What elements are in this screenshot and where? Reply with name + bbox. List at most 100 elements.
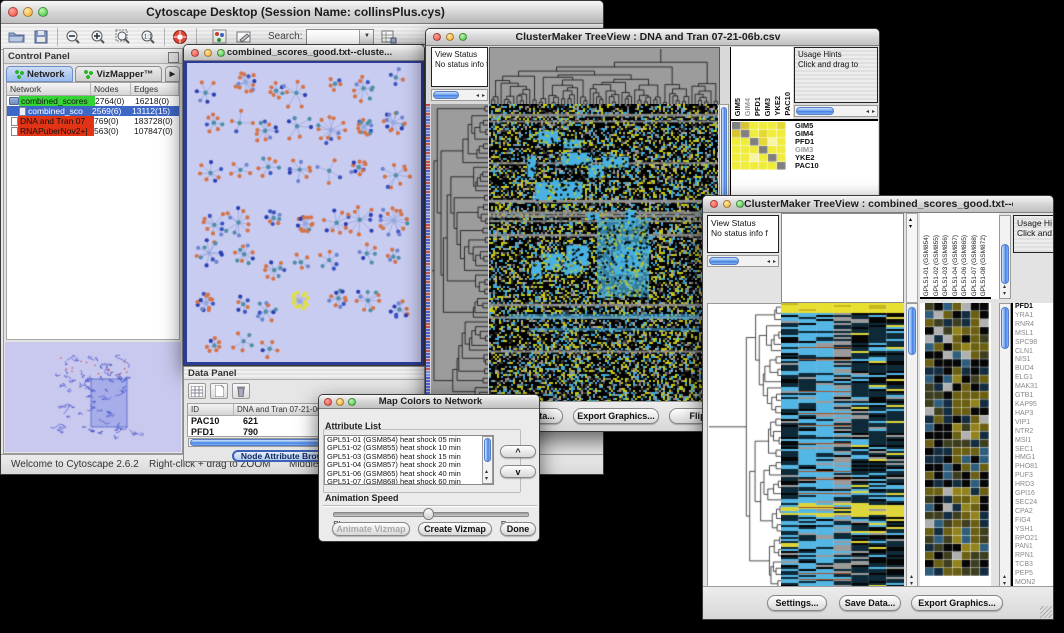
import-table-icon[interactable] xyxy=(379,28,399,46)
tv1-heatmap[interactable] xyxy=(489,104,718,404)
animate-vizmap-button[interactable]: Animate Vizmap xyxy=(332,522,410,536)
gene-label[interactable]: TCB3 xyxy=(1013,561,1053,570)
tv1-zoom-heatmap[interactable] xyxy=(732,122,786,170)
close-button[interactable] xyxy=(324,398,332,406)
minimize-button[interactable] xyxy=(336,398,344,406)
open-folder-icon[interactable] xyxy=(6,28,26,46)
col-edges[interactable]: Edges xyxy=(131,83,179,95)
zoom-button[interactable] xyxy=(348,398,356,406)
vizmap-icon[interactable] xyxy=(209,28,229,46)
net1-titlebar[interactable]: combined_scores_good.txt--cluste... xyxy=(184,45,424,61)
column-label[interactable]: GPL51-01 (GSM854) xyxy=(923,235,933,296)
tab-overflow-arrow[interactable]: ▶ xyxy=(165,66,180,82)
col-network[interactable]: Network xyxy=(7,83,91,95)
export-graphics-button[interactable]: Export Graphics... xyxy=(911,595,1003,611)
gene-label[interactable]: CLN1 xyxy=(1013,348,1053,357)
animation-speed-slider[interactable] xyxy=(333,512,529,517)
zoom-fit-icon[interactable]: 1:1 xyxy=(138,28,158,46)
tv2-row-dendrogram[interactable] xyxy=(707,303,783,591)
resize-grip[interactable] xyxy=(1040,606,1052,618)
column-label[interactable]: PFD1 xyxy=(753,97,763,116)
zoom-button[interactable] xyxy=(217,49,225,57)
gene-label[interactable]: KAP95 xyxy=(1013,401,1053,410)
column-label[interactable]: GIM5 xyxy=(733,98,743,116)
col-nodes[interactable]: Nodes xyxy=(91,83,131,95)
column-label[interactable]: GPL51-03 (GSM856) xyxy=(942,235,952,296)
move-up-button[interactable]: ^ xyxy=(500,445,536,458)
save-icon[interactable] xyxy=(31,28,51,46)
gene-label[interactable]: ELG1 xyxy=(1013,374,1053,383)
column-label[interactable]: GPL51-02 (GSM855) xyxy=(933,235,943,296)
gene-label[interactable]: NIS1 xyxy=(1013,356,1053,365)
gene-label[interactable]: PFD1 xyxy=(1013,303,1053,312)
zoom-button[interactable] xyxy=(38,7,48,17)
gene-label[interactable]: SEC1 xyxy=(1013,446,1053,455)
gene-label[interactable]: HMG1 xyxy=(1013,454,1053,463)
gene-label[interactable]: SPC98 xyxy=(1013,339,1053,348)
tv1-row-dendrogram[interactable] xyxy=(431,104,488,404)
gene-label[interactable]: MAK31 xyxy=(1013,383,1053,392)
tv1-hscrollbar-right[interactable]: ◂ ▸ xyxy=(794,105,878,117)
export-graphics-button[interactable]: Export Graphics... xyxy=(573,408,659,424)
select-attributes-icon[interactable] xyxy=(188,383,206,399)
gene-label[interactable]: MSI1 xyxy=(1013,437,1053,446)
attribute-list-vscrollbar[interactable]: ▴ ▾ xyxy=(482,436,493,484)
close-button[interactable] xyxy=(710,200,718,208)
network-overview-thumbnail[interactable] xyxy=(5,342,181,452)
tv2-titlebar[interactable]: ClusterMaker TreeView : combined_scores_… xyxy=(703,196,1053,213)
gene-label[interactable]: PEP5 xyxy=(1013,570,1053,579)
new-attribute-icon[interactable] xyxy=(210,383,228,399)
gene-label[interactable]: RPN1 xyxy=(1013,552,1053,561)
column-label[interactable]: GPL51-06 (GSM865) xyxy=(961,235,971,296)
chevron-down-icon[interactable]: ▼ xyxy=(359,30,373,44)
tab-network[interactable]: VizMapper™ xyxy=(75,66,162,82)
gene-label[interactable]: MSL1 xyxy=(1013,330,1053,339)
close-button[interactable] xyxy=(433,33,441,41)
delete-attribute-icon[interactable] xyxy=(232,383,250,399)
tv1-hscrollbar-left[interactable]: ◂ ▸ xyxy=(431,89,488,101)
gene-label[interactable]: FIG4 xyxy=(1013,517,1053,526)
zoom-in-icon[interactable] xyxy=(88,28,108,46)
minimize-button[interactable] xyxy=(23,7,33,17)
float-panel-icon[interactable] xyxy=(168,52,179,63)
done-button[interactable]: Done xyxy=(500,522,536,536)
gene-label[interactable]: PHO81 xyxy=(1013,463,1053,472)
zoom-button[interactable] xyxy=(736,200,744,208)
gene-label[interactable]: BUD4 xyxy=(1013,365,1053,374)
column-label[interactable]: PAC10 xyxy=(783,92,793,116)
gene-label[interactable]: GTB1 xyxy=(1013,392,1053,401)
zoom-out-icon[interactable] xyxy=(63,28,83,46)
tv2-hscrollbar[interactable]: ◂ ▸ xyxy=(707,255,779,267)
network-row[interactable]: combined_scores 2764(0) 16218(0) xyxy=(7,96,179,106)
col-id[interactable]: ID xyxy=(188,404,234,415)
minimize-button[interactable] xyxy=(723,200,731,208)
tv2-zoom-vscrollbar[interactable]: ▴ ▾ xyxy=(999,303,1011,589)
gene-label[interactable]: NTR2 xyxy=(1013,428,1053,437)
network-graph-canvas[interactable] xyxy=(187,63,423,365)
attribute-list[interactable]: GPL51-01 (GSM854) heat shock 05 minGPL51… xyxy=(324,435,494,485)
save-data-button[interactable]: Save Data... xyxy=(839,595,901,611)
tab-network[interactable]: Network xyxy=(6,66,73,82)
tv2-header-scroll-corner[interactable]: ▴ ▾ xyxy=(906,213,918,303)
gene-label[interactable]: HRD3 xyxy=(1013,481,1053,490)
settings-button[interactable]: Settings... xyxy=(767,595,827,611)
row-label[interactable]: PAC10 xyxy=(795,162,875,170)
tv1-titlebar[interactable]: ClusterMaker TreeView : DNA and Tran 07-… xyxy=(426,29,879,46)
slider-thumb[interactable] xyxy=(423,508,434,520)
column-label[interactable]: GIM3 xyxy=(763,98,773,116)
network-row[interactable]: combined_sco 2569(6) 13112(15) xyxy=(7,106,179,116)
gene-label[interactable]: SEC24 xyxy=(1013,499,1053,508)
minimize-button[interactable] xyxy=(204,49,212,57)
minimize-button[interactable] xyxy=(446,33,454,41)
tv2-zoom-heatmap[interactable] xyxy=(925,303,989,576)
main-titlebar[interactable]: Cytoscape Desktop (Session Name: collins… xyxy=(1,1,603,24)
gene-label[interactable]: HAP3 xyxy=(1013,410,1053,419)
network-row[interactable]: DNA and Tran 07 769(0) 183728(0) xyxy=(7,116,179,126)
column-label[interactable]: GPL51-08 (GSM872) xyxy=(980,235,990,296)
close-button[interactable] xyxy=(191,49,199,57)
gene-label[interactable]: CPA2 xyxy=(1013,508,1053,517)
column-label[interactable]: GPL51-07 (GSM868) xyxy=(971,235,981,296)
zoom-button[interactable] xyxy=(459,33,467,41)
move-down-button[interactable]: v xyxy=(500,465,536,478)
tv2-zoom-header-vscrollbar[interactable]: ▴ ▾ xyxy=(999,215,1011,299)
